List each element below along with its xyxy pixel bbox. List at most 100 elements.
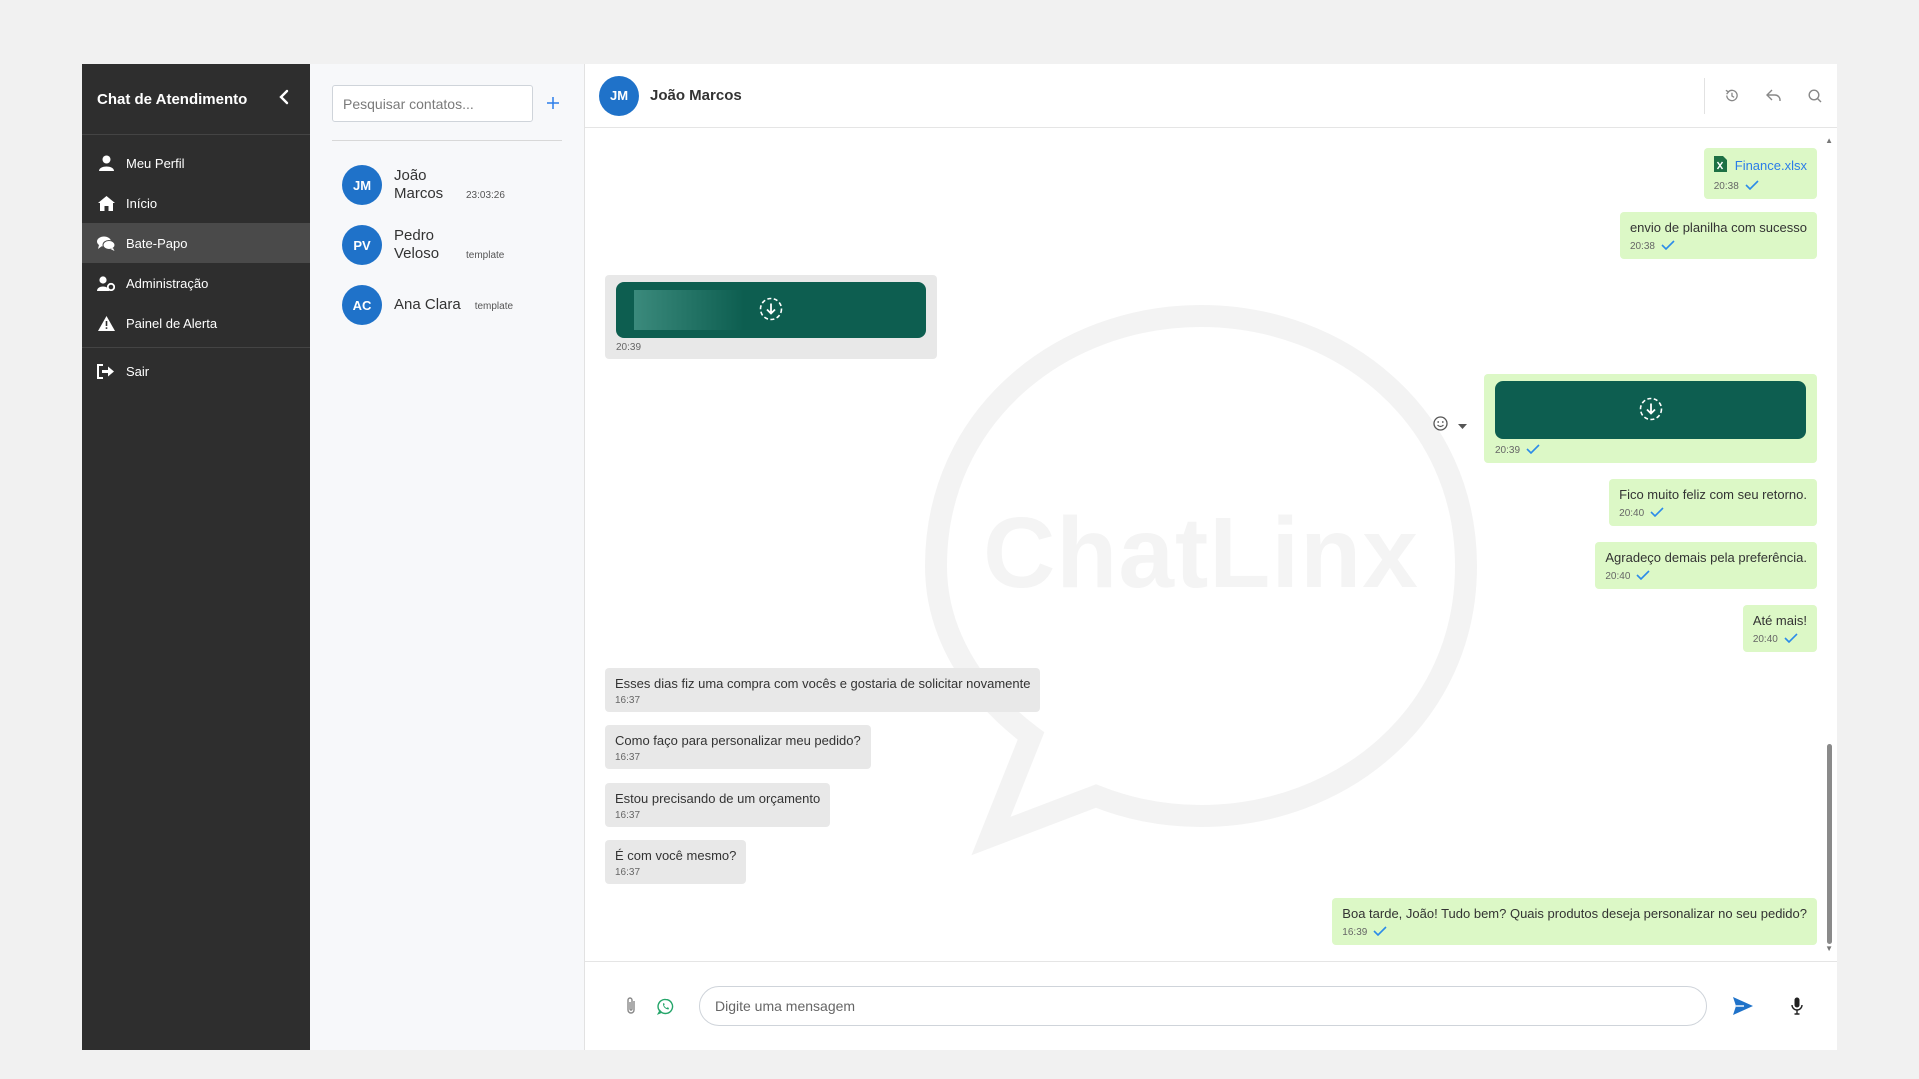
sidebar-item-administracao[interactable]: Administração [82,263,310,303]
message-time-row: 20:39 [616,342,926,353]
message-text: Como faço para personalizar meu pedido? [615,733,861,748]
contact-item-ana-clara[interactable]: AC Ana Clara template [332,275,562,335]
message-outgoing[interactable]: Agradeço demais pela preferência. 20:40 [1595,542,1817,589]
message-outgoing[interactable]: Até mais! 20:40 [1742,605,1817,652]
logout-icon [97,364,115,379]
message-text: É com você mesmo? [615,848,737,863]
message-text: envio de planilha com sucesso [1629,220,1807,235]
message-incoming[interactable]: É com você mesmo? 16:37 [605,840,747,884]
message-outgoing[interactable]: envio de planilha com sucesso 20:38 [1619,212,1817,259]
user-icon [97,155,115,171]
message-time: 20:39 [616,342,642,353]
read-check-icon [1784,632,1798,646]
contacts-divider [332,140,562,141]
message-reaction-controls [1433,416,1467,436]
sidebar-item-label: Início [126,195,158,211]
avatar: PV [342,225,382,265]
message-time: 16:37 [615,695,641,706]
read-check-icon [1745,179,1759,193]
messages-scrollbar[interactable]: ▲ ▼ [1825,136,1833,953]
message-time-row: 20:40 [1605,569,1807,583]
reply-icon[interactable] [1765,88,1781,104]
read-check-icon [1373,925,1387,939]
read-check-icon [1636,569,1650,583]
collapse-sidebar-icon[interactable] [278,89,290,109]
logout-label: Sair [126,364,150,379]
whatsapp-icon[interactable] [655,996,675,1016]
download-icon[interactable] [758,296,784,325]
sidebar-nav: Meu Perfil Início Bate-Papo Administraçã… [82,135,310,395]
message-time-row: 20:38 [1630,239,1807,253]
message-incoming[interactable]: Estou precisando de um orçamento 16:37 [605,783,831,827]
app-window: Chat de Atendimento Meu Perfil Início Ba… [82,64,1837,1050]
avatar: JM [599,75,639,116]
scroll-down-arrow-icon[interactable]: ▼ [1825,944,1833,953]
messages-area[interactable]: ChatLinx Finance.xlsx 20:38 envio de pla… [585,128,1837,961]
sidebar-item-label: Painel de Alerta [126,315,218,331]
read-check-icon [1650,506,1664,520]
sidebar-item-inicio[interactable]: Início [82,183,310,223]
sidebar-item-label: Meu Perfil [126,155,185,171]
download-icon[interactable] [1638,396,1664,425]
message-time: 20:39 [1495,444,1521,456]
scroll-up-arrow-icon[interactable]: ▲ [1825,136,1833,145]
contact-item-joao-marcos[interactable]: JM João Marcos 23:03:26 [332,155,562,215]
sidebar-item-label: Bate-Papo [126,235,188,251]
message-time: 20:40 [1605,570,1631,582]
user-cog-icon [97,275,115,291]
media-placeholder[interactable] [616,282,926,338]
message-outgoing[interactable]: Finance.xlsx 20:38 [1703,148,1817,199]
read-check-icon [1526,443,1540,457]
message-time-row: 20:40 [1753,632,1807,646]
message-time-row: 16:37 [615,867,736,878]
sidebar-item-painel-de-alerta[interactable]: Painel de Alerta [82,303,310,343]
warning-icon [97,315,115,331]
history-icon[interactable] [1723,88,1739,104]
watermark-logo: ChatLinx [921,296,1481,856]
logout-button[interactable]: Sair [82,347,310,395]
app-title: Chat de Atendimento [97,90,248,108]
watermark-text: ChatLinx [983,497,1419,609]
add-contact-button[interactable] [541,92,565,115]
message-outgoing[interactable]: Fico muito feliz com seu retorno. 20:40 [1609,479,1817,526]
message-incoming[interactable]: Esses dias fiz uma compra com vocês e go… [605,668,1041,712]
sidebar-item-meu-perfil[interactable]: Meu Perfil [82,143,310,183]
message-time: 20:40 [1619,507,1645,519]
read-check-icon [1661,239,1675,253]
chevron-down-icon[interactable] [1458,417,1467,435]
sidebar-item-bate-papo[interactable]: Bate-Papo [82,223,310,263]
chat-header: JM João Marcos [585,64,1837,128]
message-outgoing[interactable]: Boa tarde, João! Tudo bem? Quais produto… [1332,898,1817,945]
message-text: Esses dias fiz uma compra com vocês e go… [615,676,1031,691]
microphone-icon[interactable] [1787,996,1807,1016]
contact-name: Ana Clara [394,296,461,313]
message-time: 20:38 [1629,240,1655,252]
message-time-row: 16:37 [615,752,861,763]
avatar: JM [342,165,382,205]
send-icon[interactable] [1733,996,1753,1016]
message-time: 16:37 [615,867,641,878]
contacts-search-input[interactable] [332,85,533,122]
contact-item-pedro-veloso[interactable]: PV Pedro Veloso template [332,215,562,275]
message-input[interactable] [699,986,1707,1026]
message-time-row: 16:39 [1342,925,1807,939]
message-incoming[interactable]: Como faço para personalizar meu pedido? … [605,725,871,769]
chat-header-actions [1704,77,1823,114]
message-time: 16:37 [615,752,641,763]
excel-file-icon [1713,156,1727,175]
search-icon[interactable] [1807,88,1823,104]
file-attachment-link[interactable]: Finance.xlsx [1713,156,1807,175]
attach-icon[interactable] [621,996,641,1016]
contact-name: João Marcos [394,167,444,202]
message-incoming-media[interactable]: 20:39 [605,275,937,359]
sidebar-item-label: Administração [126,275,209,291]
emoji-reaction-icon[interactable] [1433,416,1448,436]
media-placeholder[interactable] [1495,381,1806,439]
contact-meta: template [466,250,505,261]
media-blur-preview [634,290,744,330]
sidebar-header: Chat de Atendimento [82,64,310,135]
message-outgoing-media[interactable]: 20:39 [1484,374,1817,463]
message-composer [585,961,1837,1050]
message-time: 16:37 [615,810,641,821]
scrollbar-thumb[interactable] [1827,744,1832,944]
